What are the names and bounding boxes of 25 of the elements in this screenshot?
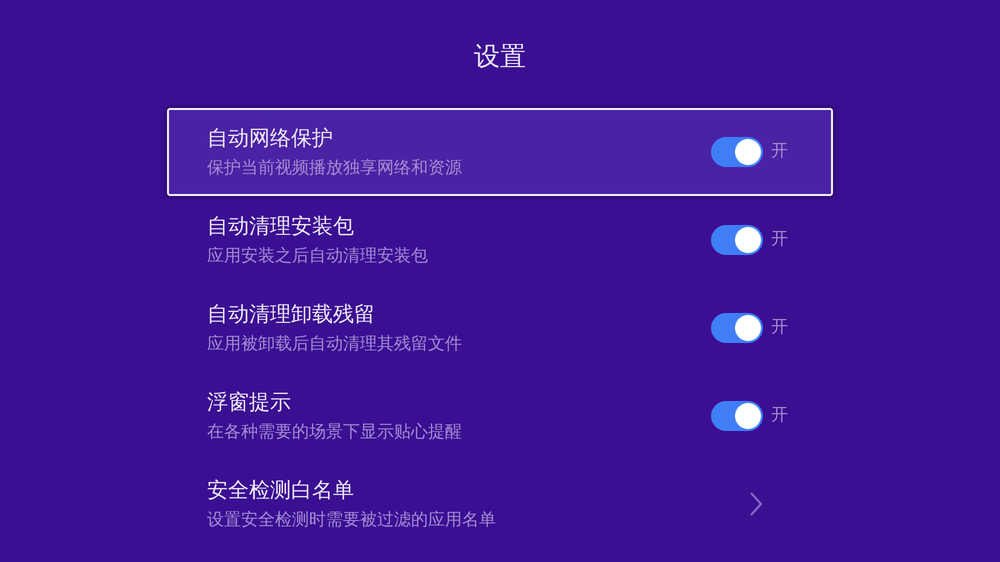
- toggle-state-label: 开: [771, 404, 789, 428]
- page-title: 设置: [474, 44, 526, 70]
- toggle-state-label: 开: [771, 316, 789, 340]
- toggle-state-label: 开: [771, 228, 789, 252]
- setting-title: 自动网络保护: [207, 125, 334, 152]
- setting-title: 自动清理卸载残留: [207, 301, 376, 328]
- chevron-right-icon: [749, 491, 763, 517]
- setting-description: 设置安全检测时需要被过滤的应用名单: [207, 510, 497, 531]
- toggle-switch[interactable]: [711, 225, 763, 255]
- setting-description: 应用被卸载后自动清理其残留文件: [207, 334, 463, 355]
- toggle-switch[interactable]: [711, 137, 763, 167]
- setting-description: 保护当前视频播放独享网络和资源: [207, 158, 463, 179]
- toggle-switch[interactable]: [711, 401, 763, 431]
- setting-description: 在各种需要的场景下显示贴心提醒: [207, 422, 463, 443]
- toggle-state-label: 开: [771, 140, 789, 164]
- settings-row[interactable]: 安全检测白名单 设置安全检测时需要被过滤的应用名单: [167, 460, 833, 548]
- settings-row[interactable]: 自动清理安装包 应用安装之后自动清理安装包 开: [167, 196, 833, 284]
- settings-row[interactable]: 自动清理卸载残留 应用被卸载后自动清理其残留文件 开: [167, 284, 833, 372]
- settings-row[interactable]: 自动网络保护 保护当前视频播放独享网络和资源 开: [167, 108, 833, 196]
- settings-row[interactable]: 浮窗提示 在各种需要的场景下显示贴心提醒 开: [167, 372, 833, 460]
- setting-title: 浮窗提示: [207, 389, 292, 416]
- setting-title: 安全检测白名单: [207, 477, 355, 504]
- setting-description: 应用安装之后自动清理安装包: [207, 246, 429, 267]
- toggle-switch[interactable]: [711, 313, 763, 343]
- setting-title: 自动清理安装包: [207, 213, 355, 240]
